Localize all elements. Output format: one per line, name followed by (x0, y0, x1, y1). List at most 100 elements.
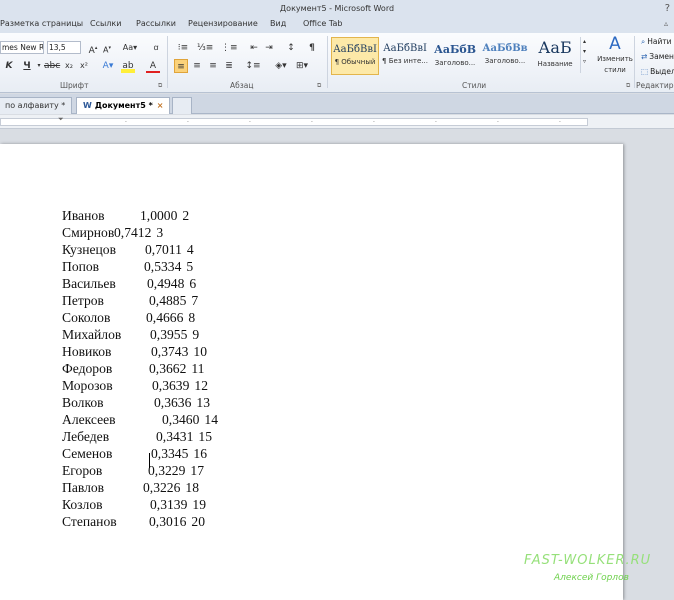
surname-cell: Новиков (62, 344, 112, 359)
show-marks-icon[interactable]: ¶ (306, 41, 318, 55)
replace-button[interactable]: ⇄ Замен (641, 52, 674, 61)
select-icon: ⬚ (641, 67, 649, 76)
multilevel-list-icon[interactable]: ⋮≡ (221, 41, 238, 55)
surname-cell: Кузнецов (62, 242, 117, 257)
rank-value: 3 (156, 225, 164, 240)
increase-indent-icon[interactable]: ⇥ (263, 41, 275, 55)
coefficient-value: 0,3955 (150, 327, 188, 342)
shading-icon[interactable]: ◈▾ (273, 59, 289, 73)
font-size-box[interactable]: 13,5 (47, 41, 81, 54)
document-page[interactable]: Иванов 1,0000 2 Смирнов 0,7412 3 Кузнецов 0,701… (0, 144, 623, 600)
style-heading-2[interactable]: АаБбВв Заголово... (481, 37, 529, 75)
coefficient-value: 0,7011 (145, 242, 182, 257)
indent-marker-icon[interactable]: ⏷ (58, 115, 64, 124)
coefficient-cell: 0,3345 16 (151, 445, 207, 462)
ruler-mark: · (187, 119, 189, 126)
ribbon: mes New Rc 13,5 A▴ A▾ Aa▾ ꭤ K Ч ▾ abc x₂… (0, 33, 674, 93)
coefficient-cell: 1,0000 2 (140, 207, 189, 224)
coefficient-cell: 0,3431 15 (156, 428, 212, 445)
change-styles-button[interactable]: A Изменить стили (592, 35, 638, 79)
style-no-spacing[interactable]: АаБбВвІ ¶ Без инте... (381, 37, 429, 75)
coefficient-value: 0,3229 (148, 463, 186, 478)
styles-launcher-icon[interactable]: ⧉ (626, 82, 630, 90)
decrease-indent-icon[interactable]: ⇤ (248, 41, 260, 55)
align-right-icon[interactable]: ≡ (207, 59, 219, 73)
coefficient-cell: 0,3229 17 (148, 462, 204, 479)
find-icon: ⌕ (641, 37, 646, 46)
strikethrough-icon[interactable]: abc (44, 59, 60, 73)
borders-icon[interactable]: ⊞▾ (294, 59, 310, 73)
coefficient-cell: 0,7412 3 (114, 224, 163, 241)
coefficient-value: 0,3139 (150, 497, 188, 512)
line-spacing-icon[interactable]: ↕≡ (245, 59, 261, 73)
surname-cell: Алексеев (62, 412, 116, 427)
rank-value: 6 (189, 276, 197, 291)
underline-dropdown-icon[interactable]: ▾ (36, 59, 42, 73)
text-effects-icon[interactable]: A▾ (101, 59, 115, 73)
coefficient-cell: 0,7011 4 (145, 241, 194, 258)
style-normal[interactable]: АаБбВвІ ¶ Обычный (331, 37, 379, 75)
rank-value: 12 (194, 378, 208, 393)
coefficient-value: 0,3226 (143, 480, 181, 495)
justify-icon[interactable]: ≣ (223, 59, 235, 73)
select-button[interactable]: ⬚ Выдел (641, 67, 674, 76)
paragraph-launcher-icon[interactable]: ⧉ (317, 82, 321, 90)
style-title[interactable]: АаБ Название (531, 37, 579, 75)
rank-value: 9 (192, 327, 200, 342)
coefficient-value: 1,0000 (140, 208, 178, 223)
separator (634, 36, 635, 88)
tab-references[interactable]: Ссылки (90, 19, 121, 28)
clear-format-icon[interactable]: ꭤ (149, 41, 163, 55)
surname-cell: Егоров (62, 463, 103, 478)
highlight-icon[interactable]: ab (121, 59, 135, 73)
bullets-icon[interactable]: ⁝≡ (175, 41, 191, 55)
coefficient-cell: 0,3636 13 (154, 394, 210, 411)
tab-close-icon[interactable]: × (157, 101, 164, 110)
coefficient-cell: 0,3662 11 (149, 360, 204, 377)
underline-icon[interactable]: Ч (22, 59, 32, 73)
shrink-font-icon[interactable]: A▾ (101, 41, 113, 55)
find-button[interactable]: ⌕ Найти (641, 37, 672, 47)
help-icon[interactable]: ? (665, 0, 670, 17)
align-center-icon[interactable]: ≡ (191, 59, 203, 73)
tab-page-layout[interactable]: Разметка страницы (0, 19, 83, 28)
separator (167, 36, 168, 88)
surname-cell: Васильев (62, 276, 116, 291)
font-name-box[interactable]: mes New Rc (0, 41, 44, 54)
style-heading-1[interactable]: АаБбВ Заголово... (431, 37, 479, 75)
new-tab-button[interactable] (172, 97, 192, 114)
ruler-mark: · (559, 119, 561, 126)
styles-group-label: Стили (462, 81, 487, 90)
font-color-icon[interactable]: A (146, 59, 160, 73)
surname-cell: Попов (62, 259, 100, 274)
tab-mailings[interactable]: Рассылки (136, 19, 176, 28)
ribbon-collapse-icon[interactable]: ▵ (664, 19, 668, 28)
doc-tab-alphabet[interactable]: по алфавиту * (0, 97, 73, 114)
surname-cell: Козлов (62, 497, 103, 512)
change-case-icon[interactable]: Aa▾ (121, 41, 139, 55)
ruler-mark: · (249, 119, 251, 126)
numbering-icon[interactable]: ⅓≡ (197, 41, 213, 55)
sort-icon[interactable]: ↕ (285, 41, 297, 55)
tab-view[interactable]: Вид (270, 19, 286, 28)
surname-cell: Соколов (62, 310, 111, 325)
replace-icon: ⇄ (641, 52, 648, 61)
doc-tab-document5[interactable]: W Документ5 * × (76, 97, 171, 114)
coefficient-cell: 0,3460 14 (162, 411, 218, 428)
align-left-icon[interactable]: ≡ (174, 59, 188, 73)
paragraph-group-label: Абзац (230, 81, 254, 90)
coefficient-value: 0,4948 (147, 276, 185, 291)
tab-office-tab[interactable]: Office Tab (303, 19, 342, 28)
coefficient-value: 0,3460 (162, 412, 200, 427)
superscript-icon[interactable]: x² (79, 59, 89, 73)
styles-scroll-icon[interactable]: ▴ ▾ ▿ (580, 37, 588, 73)
grow-font-icon[interactable]: A▴ (86, 41, 100, 56)
title-bar: Документ5 - Microsoft Word ? (0, 0, 674, 17)
subscript-icon[interactable]: x₂ (64, 59, 74, 73)
font-launcher-icon[interactable]: ⧉ (158, 82, 162, 90)
italic-icon[interactable]: K (4, 59, 14, 73)
surname-cell: Петров (62, 293, 104, 308)
tab-review[interactable]: Рецензирование (188, 19, 258, 28)
surname-cell: Иванов (62, 208, 105, 223)
surname-cell: Федоров (62, 361, 113, 376)
